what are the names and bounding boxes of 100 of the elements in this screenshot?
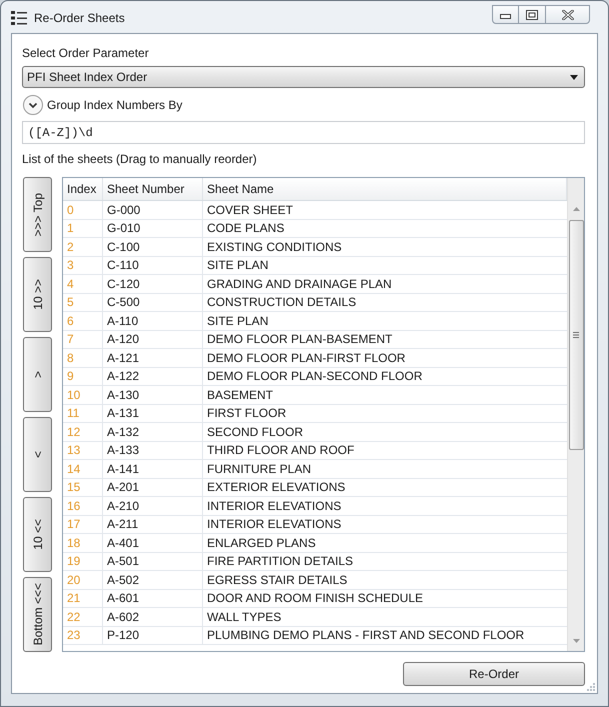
grip-lines-icon [573,332,579,338]
sheet-name-cell-text: CODE PLANS [206,220,286,237]
vertical-scrollbar[interactable] [567,178,584,651]
order-parameter-dropdown[interactable]: PFI Sheet Index Order [22,66,585,88]
sheet-name-cell-text: EXTERIOR ELEVATIONS [206,479,346,496]
sheet-number-cell: A-120 [103,330,203,348]
scroll-down-icon[interactable] [572,639,580,643]
move-button[interactable]: >>> Top [23,177,52,252]
resize-grip-icon[interactable] [586,682,595,691]
sheet-number-cell: A-130 [103,386,203,404]
sheet-number-cell: C-120 [103,275,203,292]
sheet-number-cell: C-100 [103,238,203,256]
column-header[interactable]: Sheet Number [103,178,203,200]
sheet-list-label: List of the sheets (Drag to manually reorder) [22,151,257,167]
sheet-name-cell-text: PLUMBING DEMO PLANS - FIRST AND SECOND FLOOR [206,627,526,644]
sheet-number-cell: A-501 [103,552,203,570]
sheet-name-cell-text: ENLARGED PLANS [206,534,317,552]
maximize-button[interactable] [518,5,546,24]
move-button[interactable]: > [23,337,52,412]
index-cell: 21 [63,590,103,607]
index-cell: 12 [63,423,103,440]
sheet-number-cell: A-121 [103,349,203,366]
list-icon [11,10,27,26]
sheet-name-cell-text: INTERIOR ELEVATIONS [206,516,342,533]
sheet-name-cell-text: WALL TYPES [206,608,282,626]
index-cell: 22 [63,608,103,626]
index-cell: 17 [63,516,103,533]
index-cell: 9 [63,368,103,385]
index-cell: 23 [63,626,103,644]
index-cell: 16 [63,497,103,514]
sheet-name-cell-text: FURNITURE PLAN [206,460,312,478]
sheet-number-cell: A-133 [103,442,203,459]
index-cell: 1 [63,220,103,237]
move-button[interactable]: 10 >> [23,257,52,332]
close-icon [562,10,574,20]
sheet-name-cell-text: FIRE PARTITION DETAILS [206,553,354,570]
sheet-name-cell-text: FIRST FLOOR [206,405,288,422]
sheet-name-cell-text: DEMO FLOOR PLAN-FIRST FLOOR [206,350,406,366]
sheet-name-cell-text: SITE PLAN [206,312,270,330]
index-cell: 19 [63,552,103,570]
maximize-icon [526,10,538,20]
index-cell: 3 [63,256,103,274]
group-pattern-field[interactable]: ([A-Z])\d [22,121,585,144]
column-header[interactable]: Index [63,178,103,200]
move-button[interactable]: Bottom <<< [23,577,52,652]
move-button[interactable]: < [23,417,52,492]
move-button[interactable]: 10 << [23,497,52,572]
dropdown-caret-icon [570,74,578,80]
index-cell: 14 [63,460,103,478]
index-cell: 7 [63,330,103,348]
sheet-number-cell: A-502 [103,571,203,588]
sheet-number-cell: A-210 [103,497,203,514]
sheet-number-cell: A-211 [103,516,203,533]
index-cell: 2 [63,238,103,256]
sheet-number-cell: C-500 [103,294,203,311]
sheet-name-cell-text: INTERIOR ELEVATIONS [206,498,342,514]
sheet-number-cell: A-141 [103,460,203,478]
minimize-button[interactable] [492,5,519,24]
index-cell: 6 [63,312,103,330]
reorder-button[interactable]: Re-Order [403,662,585,686]
sheet-name-cell-text: EGRESS STAIR DETAILS [206,572,348,588]
sheet-number-cell: A-131 [103,404,203,422]
index-cell: 8 [63,349,103,366]
index-cell: 18 [63,534,103,552]
sheet-name-cell-text: GRADING AND DRAINAGE PLAN [206,276,393,292]
sheet-number-cell: A-122 [103,368,203,385]
sheet-number-cell: A-602 [103,608,203,626]
order-parameter-label: Select Order Parameter [22,45,149,61]
sheet-name-cell-text: BASEMENT [206,386,274,404]
index-cell: 15 [63,478,103,496]
sheet-name-cell-text: CONSTRUCTION DETAILS [206,294,358,311]
index-cell: 0 [63,201,103,218]
index-cell: 5 [63,294,103,311]
index-cell: 4 [63,275,103,292]
sheet-name-cell-text: DEMO FLOOR PLAN-SECOND FLOOR [206,368,424,385]
index-cell: 13 [63,442,103,459]
sheet-name-cell-text: THIRD FLOOR AND ROOF [206,442,356,459]
group-index-expander[interactable]: Group Index Numbers By [22,95,182,115]
index-cell: 11 [63,404,103,422]
sheet-name-cell-text: EXISTING CONDITIONS [206,238,343,256]
sheet-name-cell-text: COVER SHEET [206,202,294,218]
sheet-name-cell-text: DEMO FLOOR PLAN-BASEMENT [206,331,394,348]
sheet-number-cell: P-120 [103,626,203,644]
sheet-number-cell: A-401 [103,534,203,552]
minimize-icon [500,14,511,19]
sheet-number-cell: A-601 [103,590,203,607]
close-button[interactable] [545,5,590,24]
scroll-up-icon[interactable] [572,207,580,211]
sheet-number-cell: G-010 [103,220,203,237]
sheet-number-cell: A-201 [103,478,203,496]
sheet-number-cell: C-110 [103,256,203,274]
sheet-number-cell: A-110 [103,312,203,330]
sheet-name-cell-text: DOOR AND ROOM FINISH SCHEDULE [206,590,424,607]
sheet-name-cell-text: SECOND FLOOR [206,424,304,440]
sheet-name-cell-text: SITE PLAN [206,257,270,274]
scrollbar-thumb[interactable] [568,220,584,450]
sheet-number-cell: A-132 [103,423,203,440]
window-title: Re-Order Sheets [34,11,125,25]
sheet-number-cell: G-000 [103,201,203,218]
index-cell: 20 [63,571,103,588]
